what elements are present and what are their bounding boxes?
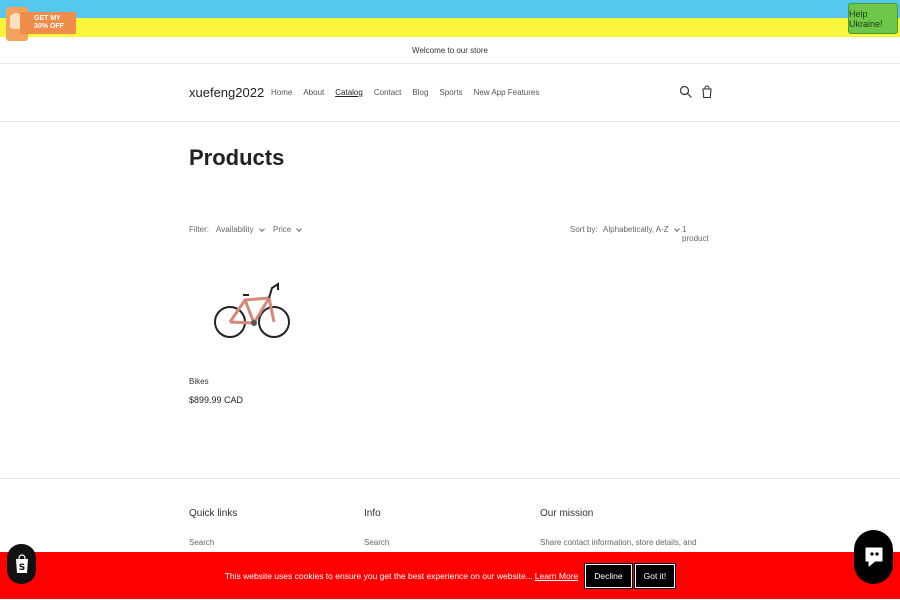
cookie-banner: This website uses cookies to ensure you … — [0, 552, 900, 599]
decline-button[interactable]: Decline — [584, 562, 633, 589]
svg-text:S: S — [18, 563, 24, 573]
chevron-down-icon — [296, 225, 303, 232]
store-logo[interactable]: xuefeng2022 — [189, 85, 264, 100]
nav-home[interactable]: Home — [271, 88, 292, 97]
product-name[interactable]: Bikes — [189, 377, 209, 386]
announcement-bar: Welcome to our store — [0, 37, 900, 64]
chevron-down-icon — [673, 225, 680, 232]
shopify-bag-icon: S — [15, 554, 28, 573]
nav-sports[interactable]: Sports — [439, 88, 462, 97]
product-price: $899.99 CAD — [189, 395, 244, 405]
nav-contact[interactable]: Contact — [374, 88, 402, 97]
chevron-down-icon — [258, 225, 265, 232]
main-nav: Home About Catalog Contact Blog Sports N… — [271, 88, 550, 97]
footer-info-search-link[interactable]: Search — [364, 538, 389, 547]
sort-value: Alphabetically, A-Z — [603, 225, 669, 234]
cart-icon[interactable] — [700, 85, 714, 99]
learn-more-link[interactable]: Learn More — [535, 571, 578, 581]
quick-links-heading: Quick links — [189, 508, 238, 519]
banner-blue-stripe — [0, 0, 900, 18]
footer-quick-links: Quick links Search — [189, 508, 238, 547]
mission-text: Share contact information, store details… — [540, 538, 697, 547]
banner-yellow-stripe — [0, 18, 900, 37]
product-card[interactable]: Bikes $899.99 CAD — [189, 262, 315, 405]
announcement-text: Welcome to our store — [412, 45, 488, 55]
promo-badge[interactable]: GET MY 30% OFF — [6, 7, 76, 41]
accept-button[interactable]: Got it! — [633, 562, 677, 589]
site-header: xuefeng2022 Home About Catalog Contact B… — [0, 64, 900, 122]
nav-catalog[interactable]: Catalog — [335, 88, 363, 97]
nav-new-app-features[interactable]: New App Features — [474, 88, 540, 97]
promo-tag: GET MY 30% OFF — [20, 12, 76, 34]
nav-blog[interactable]: Blog — [412, 88, 428, 97]
shopify-badge[interactable]: S — [7, 544, 36, 584]
promo-line2: 30% OFF — [34, 23, 64, 30]
availability-label: Availability — [216, 225, 254, 234]
nav-about[interactable]: About — [303, 88, 324, 97]
footer-info: Info Search — [364, 508, 389, 547]
ukraine-banner — [0, 0, 900, 37]
footer-mission: Our mission Share contact information, s… — [540, 508, 697, 547]
filter-label: Filter: — [189, 225, 209, 234]
product-count: 1 product — [682, 225, 709, 243]
chat-icon — [865, 547, 882, 567]
cookie-message: This website uses cookies to ensure you … — [224, 570, 533, 581]
search-icon[interactable] — [679, 85, 693, 99]
sort-select[interactable]: Alphabetically, A-Z — [603, 225, 680, 234]
page-title: Products — [189, 145, 285, 170]
footer-search-link[interactable]: Search — [189, 538, 214, 547]
facet-bar: Filter: Availability Price Sort by: Alph… — [189, 225, 711, 243]
help-ukraine-button[interactable]: Help Ukraine! — [848, 3, 898, 34]
price-filter[interactable]: Price — [273, 225, 303, 234]
price-label: Price — [273, 225, 292, 234]
sort-label: Sort by: — [570, 225, 598, 234]
availability-filter[interactable]: Availability — [216, 225, 265, 234]
mission-heading: Our mission — [540, 508, 594, 519]
bike-image — [214, 282, 290, 338]
info-heading: Info — [364, 508, 381, 519]
promo-line1: GET MY — [34, 15, 61, 22]
chat-widget-button[interactable] — [854, 530, 893, 584]
